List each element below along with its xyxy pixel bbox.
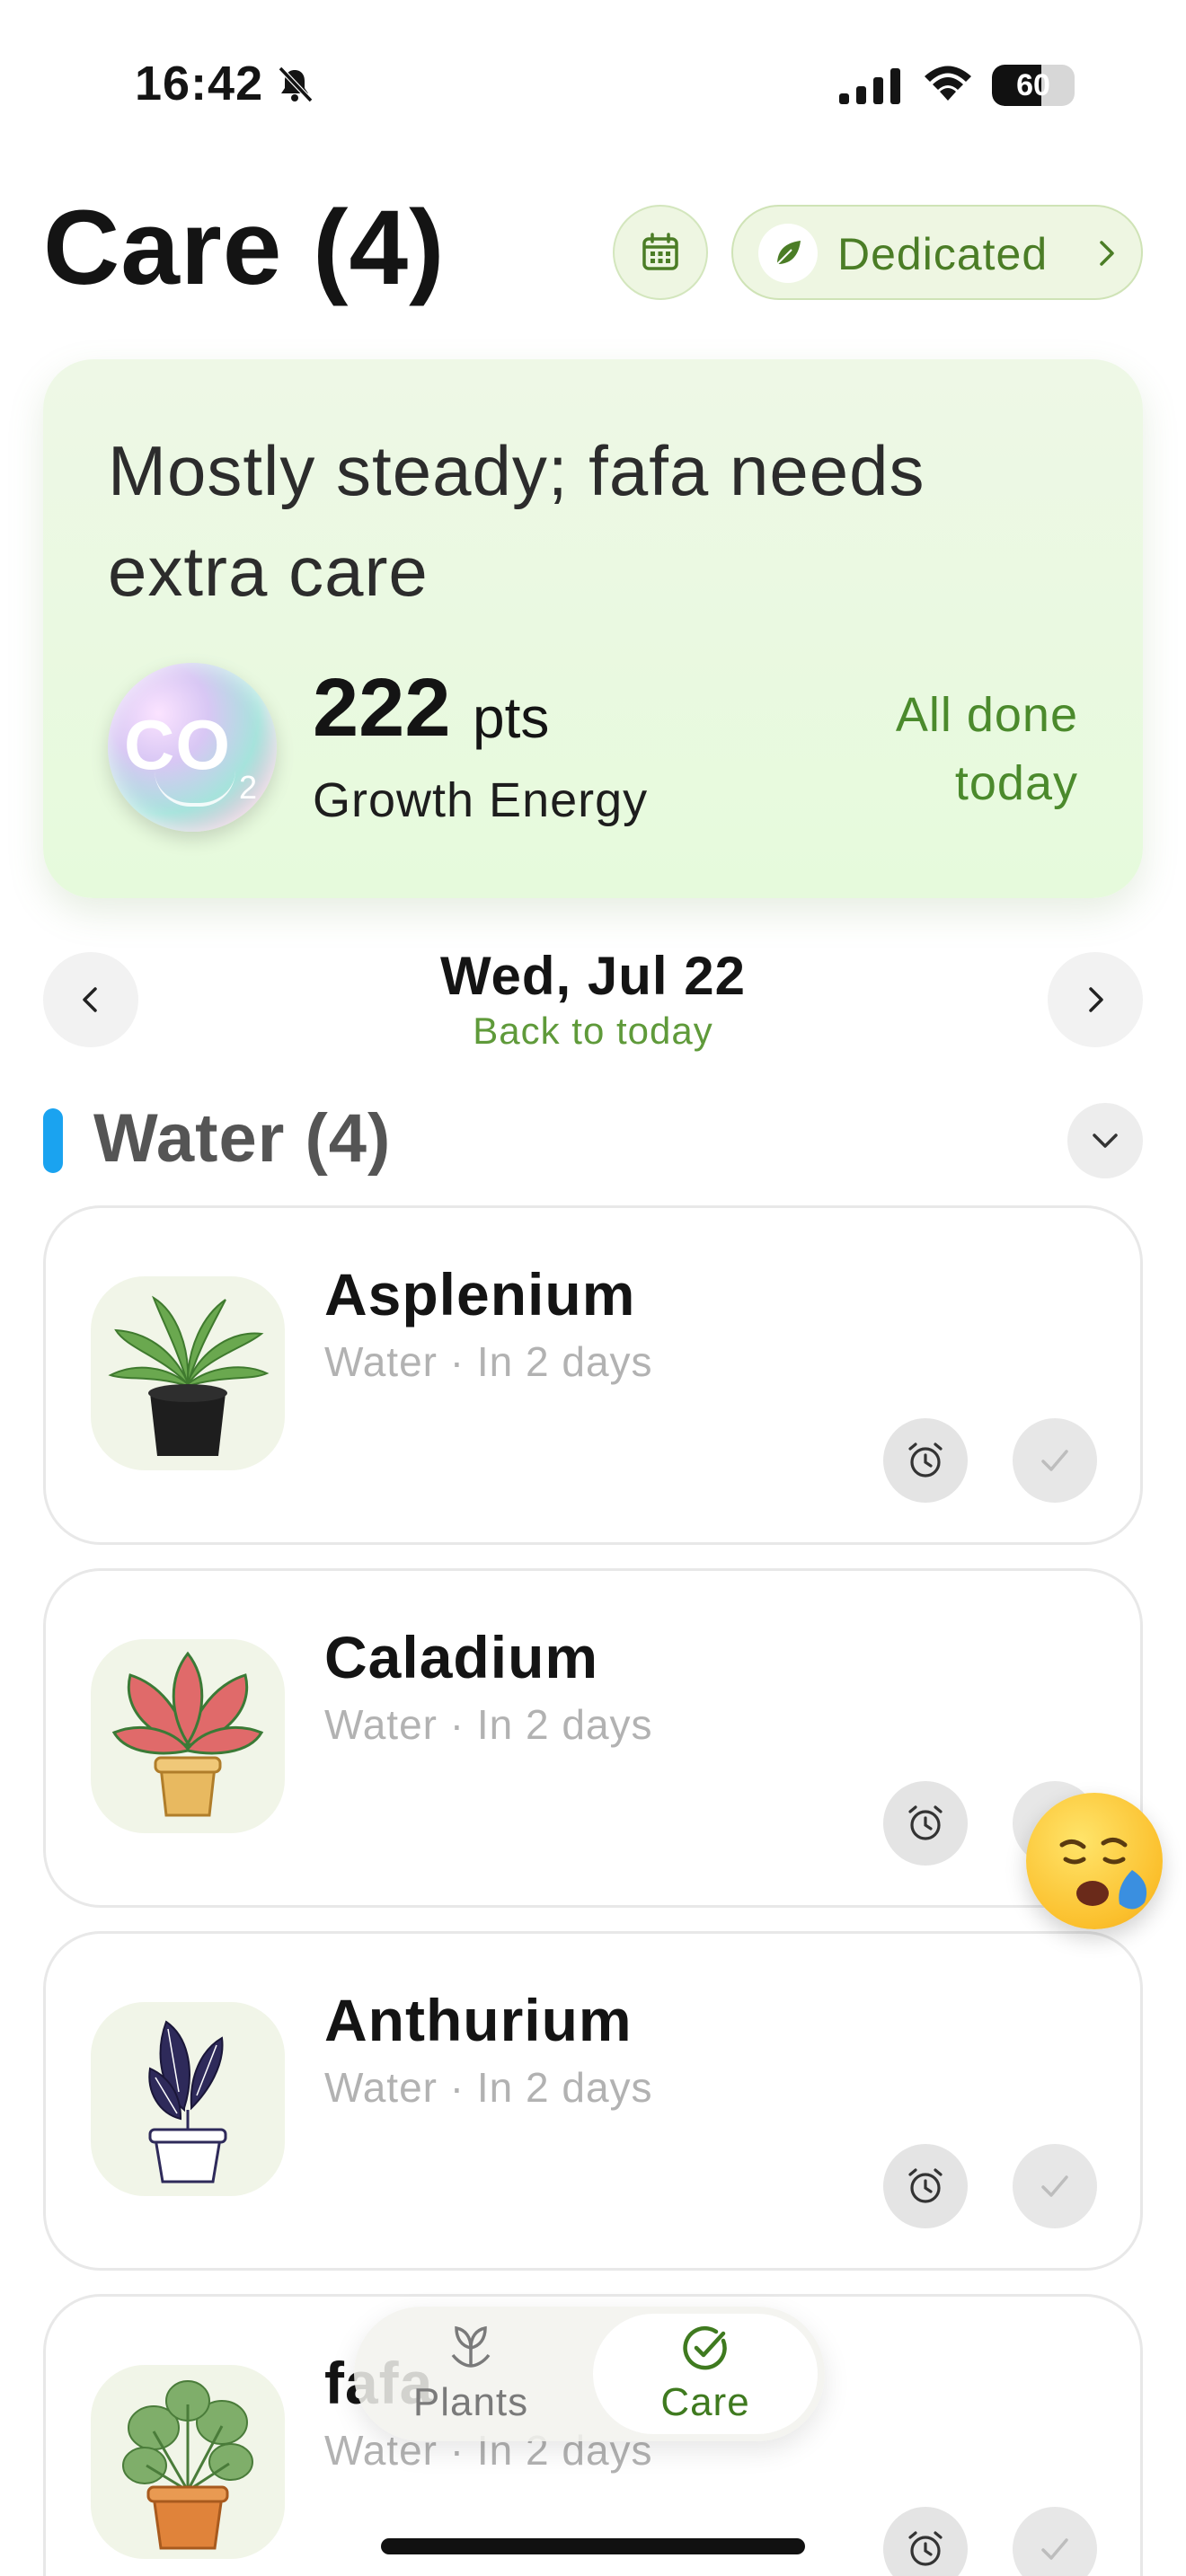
plant-name: Anthurium: [324, 1987, 633, 2053]
chevron-down-icon: [1093, 1134, 1118, 1148]
plant-name: Asplenium: [324, 1261, 636, 1328]
chevron-right-icon: [1100, 241, 1114, 266]
plant-task: Water · In 2 days: [324, 2064, 653, 2111]
tab-plants-label: Plants: [412, 2380, 529, 2424]
snooze-button[interactable]: [883, 1781, 968, 1866]
alarm-clock-icon: [908, 2168, 943, 2203]
plant-image: [91, 1276, 285, 1470]
battery-level: 60: [1016, 68, 1050, 102]
status-bar: 16:42 60: [0, 0, 1186, 171]
dedicated-mode-button[interactable]: Dedicated: [731, 205, 1143, 300]
plant-care-card[interactable]: Anthurium Water · In 2 days: [43, 1931, 1143, 2271]
alarm-clock-icon: [908, 1805, 943, 1840]
wifi-icon: [925, 66, 971, 101]
snooze-button[interactable]: [883, 2507, 968, 2576]
back-to-today-link[interactable]: Back to today: [270, 1010, 916, 1053]
checkmark-icon: [1041, 2175, 1068, 2197]
co2-badge-subscript: 2: [239, 769, 258, 806]
sleepy-face-emoji-icon[interactable]: [1026, 1793, 1163, 1929]
snooze-button[interactable]: [883, 2144, 968, 2228]
care-summary-card: Mostly steady; fafa needs extra care CO …: [43, 359, 1143, 898]
status-time: 16:42: [135, 57, 264, 110]
bell-muted-icon: [278, 66, 314, 103]
daily-status: All done today: [895, 688, 1078, 810]
plant-care-card[interactable]: Caladium Water · In 2 days: [43, 1568, 1143, 1908]
leaf-icon: [758, 224, 818, 283]
sprout-icon: [451, 2325, 491, 2368]
tab-care-label: Care: [660, 2380, 750, 2424]
next-day-button[interactable]: [1048, 952, 1143, 1047]
plant-name: Caladium: [324, 1624, 599, 1690]
points-value: 222: [313, 662, 451, 754]
plant-image: [91, 1639, 285, 1833]
battery-icon: 60: [992, 65, 1075, 106]
calendar-icon: [642, 233, 678, 270]
plant-image: [91, 2002, 285, 2196]
alarm-clock-icon: [908, 2531, 943, 2566]
calendar-button[interactable]: [613, 205, 708, 300]
checkmark-icon: [1041, 1450, 1068, 1471]
plant-image: [91, 2365, 285, 2559]
section-title: Water (4): [93, 1100, 392, 1177]
snooze-button[interactable]: [883, 1418, 968, 1503]
complete-task-button[interactable]: [1013, 2144, 1097, 2228]
plant-task: Water · In 2 days: [324, 1338, 653, 1385]
summary-message: Mostly steady; fafa needs extra care: [108, 431, 925, 611]
home-indicator[interactable]: [381, 2538, 805, 2554]
complete-task-button[interactable]: [1013, 2507, 1097, 2576]
chevron-left-icon: [83, 987, 97, 1012]
co2-badge: CO 2: [108, 663, 277, 832]
points-unit: pts: [473, 685, 550, 750]
bottom-tab-bar: Plants Care: [354, 2307, 825, 2441]
cellular-signal-icon: [839, 68, 900, 104]
tab-plants[interactable]: Plants: [354, 2307, 588, 2441]
current-date: Wed, Jul 22: [439, 946, 746, 1006]
complete-task-button[interactable]: [1013, 1418, 1097, 1503]
alarm-clock-icon: [908, 1442, 943, 1478]
checkmark-icon: [1041, 2538, 1068, 2560]
page-title: Care (4): [43, 189, 446, 307]
water-section-accent: [43, 1108, 63, 1173]
dedicated-label: Dedicated: [837, 229, 1049, 279]
plant-task: Water · In 2 days: [324, 1701, 653, 1748]
plant-care-card[interactable]: Asplenium Water · In 2 days: [43, 1205, 1143, 1545]
collapse-section-button[interactable]: [1067, 1103, 1143, 1178]
chevron-right-icon: [1089, 987, 1103, 1012]
points-label: Growth Energy: [313, 773, 649, 827]
tab-care[interactable]: Care: [593, 2314, 818, 2434]
previous-day-button[interactable]: [43, 952, 138, 1047]
check-circle-icon: [683, 2325, 727, 2370]
